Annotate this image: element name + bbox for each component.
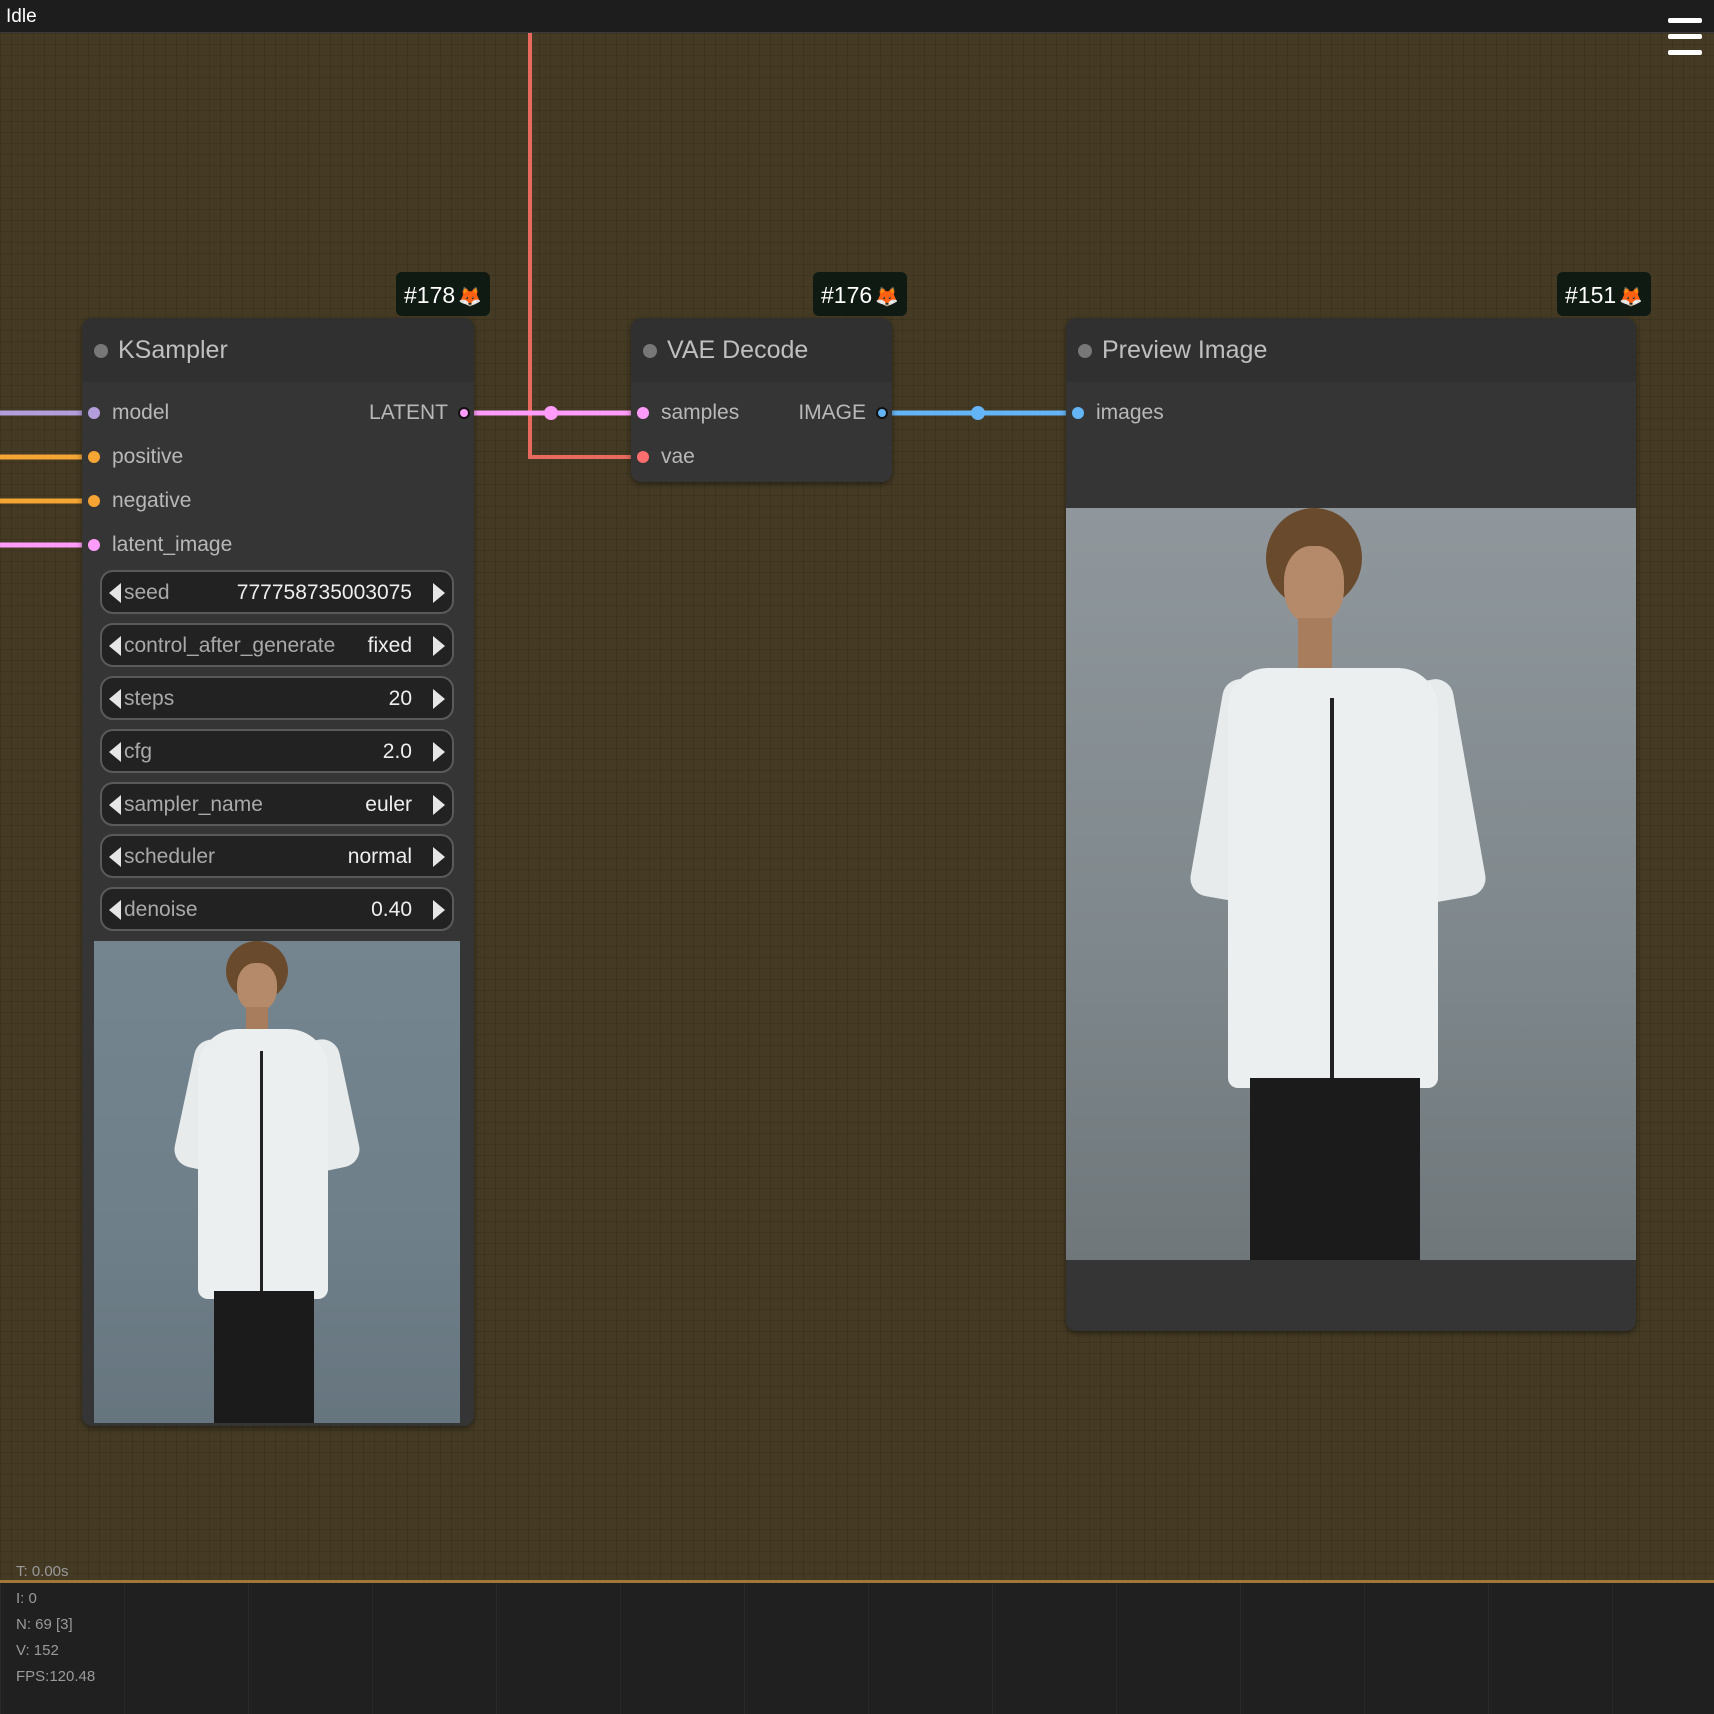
decrement-arrow-icon[interactable] [109,847,121,867]
fox-icon: 🦊 [875,287,899,308]
stat-time: T: 0.00s [16,1563,69,1580]
input-slot-images[interactable]: images [1072,401,1164,425]
decrement-arrow-icon[interactable] [109,583,121,603]
node-title-bar[interactable]: KSampler [82,318,474,382]
node-title-bar[interactable]: VAE Decode [631,318,892,382]
stat-fps: FPS:120.48 [16,1668,96,1685]
decrement-arrow-icon[interactable] [109,689,121,709]
slot-label: images [1096,401,1164,424]
collapse-dot-icon[interactable] [643,344,657,358]
node-id-badge-ksampler: #178 🦊 [396,272,490,316]
widget-label: seed [124,581,170,604]
widget-value: 777758735003075 [236,581,412,604]
person-figure [171,941,384,1423]
increment-arrow-icon[interactable] [433,847,445,867]
decrement-arrow-icon[interactable] [109,742,121,762]
increment-arrow-icon[interactable] [433,795,445,815]
node-id-badge-preview-image: #151 🦊 [1557,272,1651,316]
slot-label: vae [661,445,695,468]
slot-label: latent_image [112,533,233,556]
slot-label: IMAGE [798,401,866,424]
slot-label: positive [112,445,184,468]
output-slot-latent[interactable]: LATENT [369,401,470,425]
input-slot-samples[interactable]: samples [637,401,739,425]
node-title: KSampler [118,336,228,364]
link-vae [528,33,632,459]
slot-label: model [112,401,170,424]
slot-dot-icon [637,451,649,463]
bottom-panel [0,1580,1714,1714]
widget-value: normal [347,845,412,868]
output-slot-image[interactable]: IMAGE [798,401,888,425]
input-slot-negative[interactable]: negative [88,489,191,513]
widget-value: euler [365,793,412,816]
latent-preview-image [94,941,460,1423]
widget-label: scheduler [124,845,216,868]
increment-arrow-icon[interactable] [433,742,445,762]
person-figure [1187,508,1489,1260]
slot-dot-icon [876,407,888,419]
fox-icon: 🦊 [458,287,482,308]
slot-label: LATENT [369,401,448,424]
vae-decode-node[interactable]: VAE Decode samples IMAGE vae [631,318,892,482]
increment-arrow-icon[interactable] [433,583,445,603]
node-title: Preview Image [1102,336,1268,364]
widget-sampler-name[interactable]: sampler_name euler [100,782,454,826]
decrement-arrow-icon[interactable] [109,900,121,920]
widget-steps[interactable]: steps 20 [100,676,454,720]
increment-arrow-icon[interactable] [433,900,445,920]
increment-arrow-icon[interactable] [433,689,445,709]
link-image-midpoint [971,406,985,420]
node-id: #151 [1565,282,1617,308]
node-title-bar[interactable]: Preview Image [1066,318,1636,382]
input-slot-vae[interactable]: vae [637,445,695,469]
stat-visible: V: 152 [16,1642,59,1659]
node-id-badge-vae-decode: #176 🦊 [813,272,907,316]
widget-label: cfg [124,740,153,763]
slot-dot-icon [88,451,100,463]
input-slot-latent-image[interactable]: latent_image [88,533,232,557]
generated-preview-image[interactable] [1066,508,1636,1260]
node-title: VAE Decode [667,336,809,364]
stat-nodes: N: 69 [3] [16,1616,73,1633]
input-slot-positive[interactable]: positive [88,445,183,469]
collapse-dot-icon[interactable] [94,344,108,358]
widget-label: denoise [124,898,198,921]
node-id: #176 [821,282,873,308]
widget-value: fixed [367,634,412,657]
ksampler-node[interactable]: KSampler model LATENT positive negative … [82,318,474,1426]
node-id: #178 [404,282,456,308]
widget-label: sampler_name [124,793,263,816]
input-slot-model[interactable]: model [88,401,169,425]
slot-dot-icon [458,407,470,419]
preview-image-node[interactable]: Preview Image images [1066,318,1636,1331]
increment-arrow-icon[interactable] [433,636,445,656]
collapse-dot-icon[interactable] [1078,344,1092,358]
widget-value: 20 [388,687,412,710]
widget-label: control_after_generate [124,634,336,657]
slot-dot-icon [88,495,100,507]
widget-control-after-generate[interactable]: control_after_generate fixed [100,623,454,667]
slot-dot-icon [88,407,100,419]
widget-seed[interactable]: seed 777758735003075 [100,570,454,614]
widget-cfg[interactable]: cfg 2.0 [100,729,454,773]
stat-i: I: 0 [16,1590,37,1607]
slot-label: samples [661,401,740,424]
decrement-arrow-icon[interactable] [109,636,121,656]
slot-dot-icon [1072,407,1084,419]
fox-icon: 🦊 [1619,287,1643,308]
widget-label: steps [124,687,175,710]
widget-value: 2.0 [382,740,412,763]
widget-value: 0.40 [371,898,412,921]
slot-dot-icon [88,539,100,551]
link-latent-midpoint [544,406,558,420]
slot-dot-icon [637,407,649,419]
widget-scheduler[interactable]: scheduler normal [100,834,454,878]
slot-label: negative [112,489,192,512]
widget-denoise[interactable]: denoise 0.40 [100,887,454,931]
decrement-arrow-icon[interactable] [109,795,121,815]
